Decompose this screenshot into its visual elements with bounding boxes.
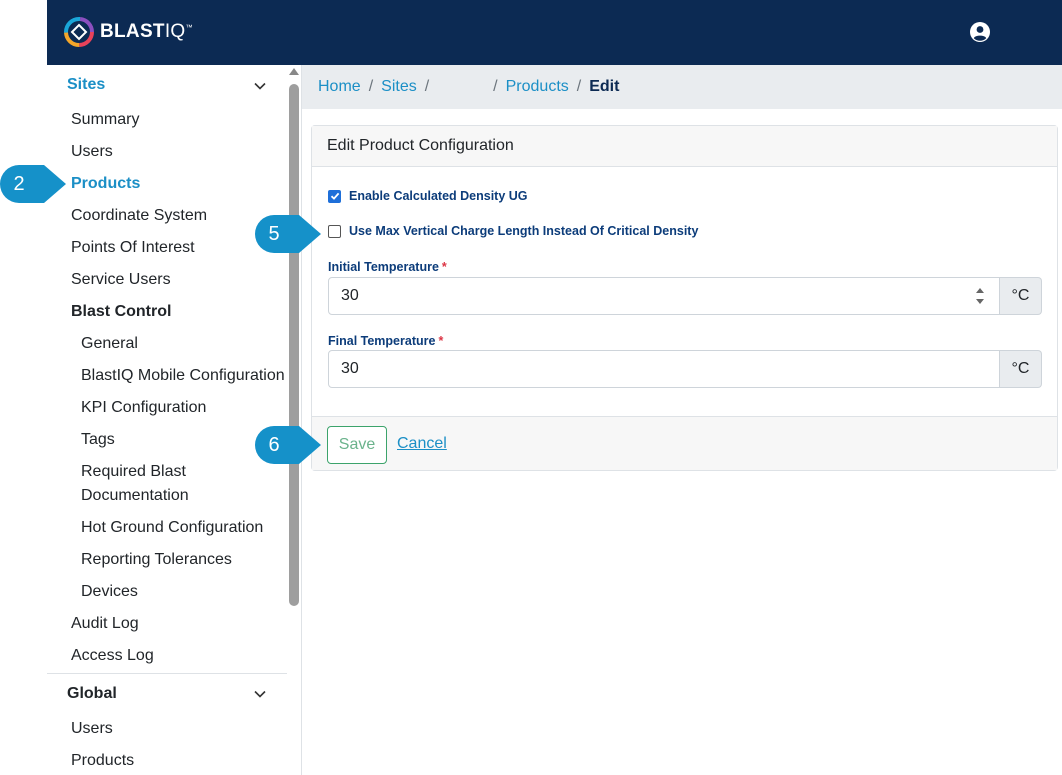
breadcrumb-products[interactable]: Products <box>506 78 569 96</box>
callout-marker-6: 6 <box>255 426 321 464</box>
sidebar: Sites Summary Users Products Coordinate … <box>47 65 287 775</box>
scrollbar-thumb[interactable] <box>289 84 299 606</box>
max-vertical-charge-checkbox[interactable] <box>328 224 341 238</box>
card-title: Edit Product Configuration <box>312 126 1057 167</box>
chevron-down-icon[interactable] <box>253 687 267 701</box>
chevron-down-icon[interactable] <box>253 79 267 93</box>
user-circle-icon[interactable] <box>970 22 990 42</box>
sidebar-section-sites[interactable]: Sites <box>67 76 105 94</box>
card-footer: Save Cancel <box>312 416 1057 470</box>
initial-temperature-group: 30 °C <box>328 277 1042 315</box>
sidebar-divider <box>47 673 287 674</box>
sidebar-item-users[interactable]: Users <box>71 143 113 161</box>
final-temperature-unit: °C <box>1000 350 1042 388</box>
initial-temperature-input[interactable]: 30 <box>328 277 1000 315</box>
initial-temperature-label: Initial Temperature * <box>328 260 447 274</box>
brand-name: BLASTIQ™ <box>100 21 193 42</box>
sidebar-item-devices[interactable]: Devices <box>81 583 138 601</box>
sidebar-item-required-blast-documentation-line2[interactable]: Documentation <box>81 487 189 505</box>
final-temperature-label: Final Temperature * <box>328 334 444 348</box>
required-asterisk: * <box>438 334 444 348</box>
sidebar-item-summary[interactable]: Summary <box>71 111 139 129</box>
sidebar-group-blast-control[interactable]: Blast Control <box>71 303 171 321</box>
blastiq-logo-icon <box>64 17 94 47</box>
max-vertical-charge-row[interactable]: Use Max Vertical Charge Length Instead O… <box>328 224 698 238</box>
top-navbar: BLASTIQ™ <box>47 0 1062 65</box>
final-temperature-input[interactable]: 30 <box>328 350 1000 388</box>
breadcrumb-home[interactable]: Home <box>318 78 361 96</box>
callout-marker-2: 2 <box>0 165 66 203</box>
callout-number: 6 <box>268 433 280 456</box>
scroll-up-arrow-icon[interactable] <box>289 68 299 75</box>
breadcrumb-separator: / <box>576 78 582 95</box>
callout-marker-5: 5 <box>255 215 321 253</box>
breadcrumb: Home / Sites / / Products / Edit <box>302 65 1062 109</box>
enable-calculated-density-checkbox[interactable] <box>328 189 341 203</box>
sidebar-item-service-users[interactable]: Service Users <box>71 271 171 289</box>
checkmark-icon <box>330 192 339 200</box>
callout-number: 2 <box>13 172 25 195</box>
sidebar-item-blastiq-mobile-configuration[interactable]: BlastIQ Mobile Configuration <box>81 367 285 385</box>
final-temperature-group: 30 °C <box>328 350 1042 388</box>
sidebar-section-global[interactable]: Global <box>67 685 117 703</box>
initial-temperature-unit: °C <box>1000 277 1042 315</box>
callout-number: 5 <box>268 222 280 245</box>
sidebar-item-access-log[interactable]: Access Log <box>71 647 154 665</box>
sidebar-item-global-products[interactable]: Products <box>71 752 134 770</box>
sidebar-item-general[interactable]: General <box>81 335 138 353</box>
sidebar-scrollbar[interactable] <box>287 65 301 775</box>
cancel-link[interactable]: Cancel <box>397 435 447 453</box>
sidebar-item-products[interactable]: Products <box>71 175 140 193</box>
sidebar-item-points-of-interest[interactable]: Points Of Interest <box>71 239 195 257</box>
sidebar-item-coordinate-system[interactable]: Coordinate System <box>71 207 207 225</box>
sidebar-item-reporting-tolerances[interactable]: Reporting Tolerances <box>81 551 232 569</box>
breadcrumb-current-edit: Edit <box>589 78 620 95</box>
sidebar-item-kpi-configuration[interactable]: KPI Configuration <box>81 399 206 417</box>
breadcrumb-sites[interactable]: Sites <box>381 78 417 96</box>
enable-calculated-density-label[interactable]: Enable Calculated Density UG <box>349 189 528 203</box>
sidebar-item-audit-log[interactable]: Audit Log <box>71 615 139 633</box>
brand-logo[interactable]: BLASTIQ™ <box>63 16 193 48</box>
required-asterisk: * <box>441 260 447 274</box>
save-button[interactable]: Save <box>327 426 387 464</box>
sidebar-item-required-blast-documentation[interactable]: Required Blast <box>81 463 186 481</box>
sidebar-item-tags[interactable]: Tags <box>81 431 115 449</box>
enable-calculated-density-row[interactable]: Enable Calculated Density UG <box>328 189 528 203</box>
edit-product-configuration-card: Edit Product Configuration Enable Calcul… <box>311 125 1058 471</box>
sidebar-item-global-users[interactable]: Users <box>71 720 113 738</box>
breadcrumb-separator: / <box>424 78 430 95</box>
content-divider <box>301 65 302 775</box>
sidebar-item-hot-ground-configuration[interactable]: Hot Ground Configuration <box>81 519 263 537</box>
breadcrumb-separator: / <box>368 78 374 95</box>
max-vertical-charge-label[interactable]: Use Max Vertical Charge Length Instead O… <box>349 224 698 238</box>
breadcrumb-separator: / <box>493 78 498 95</box>
number-spinner-icon[interactable] <box>975 285 985 307</box>
